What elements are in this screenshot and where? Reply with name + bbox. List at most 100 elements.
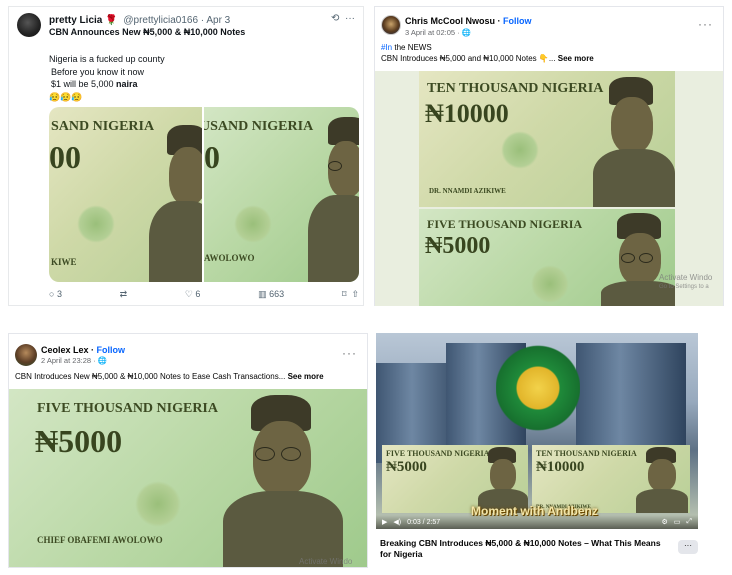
post-text-line: CBN Introduces New ₦5,000 & ₦10,000 Note…	[15, 372, 324, 382]
avatar[interactable]	[381, 15, 401, 35]
note-five-thousand: FIVE THOUSAND NIGERIA ₦5000	[419, 209, 675, 306]
post-date[interactable]: 3 April at 02:05 · 🌐	[405, 28, 471, 37]
more-options-button[interactable]: ···	[678, 540, 698, 554]
note-title: USAND NIGERIA	[204, 119, 314, 134]
views-count: 663	[269, 289, 285, 299]
video-note-five-thousand: FIVE THOUSAND NIGERIA ₦5000	[382, 445, 528, 513]
note-title: FIVE THOUSAND NIGERIA	[37, 401, 218, 416]
video-time: 0:03 / 2:57	[407, 518, 441, 526]
grok-icon[interactable]: ⟲	[331, 13, 339, 24]
portrait	[308, 117, 359, 282]
author-name[interactable]: Chris McCool Nwosu	[405, 16, 495, 26]
facebook-post[interactable]: Chris McCool Nwosu · Follow 3 April at 0…	[374, 6, 724, 306]
retweet-button[interactable]: ⇄	[120, 289, 128, 300]
note-name: DR. NNAMDI AZIKIWE	[429, 187, 506, 195]
avatar[interactable]	[17, 13, 41, 37]
video-note-ten-thousand: TEN THOUSAND NIGERIA ₦10000 DR. NNAMDI A…	[532, 445, 690, 513]
note-title: FIVE THOUSAND NIGERIA	[427, 217, 583, 231]
note-name: KIWE	[51, 257, 77, 267]
windows-watermark: Activate Windo	[299, 557, 353, 566]
tweet-line: Before you know it now	[51, 66, 145, 77]
hashtag-link[interactable]: #In	[381, 43, 392, 52]
cbn-logo	[496, 333, 580, 443]
tweet-bold-word: naira	[116, 79, 138, 89]
more-options-icon[interactable]: ···	[342, 346, 357, 360]
tweet-header-actions: ⟲ ···	[331, 13, 355, 24]
bookmark-icon[interactable]: ⌑	[342, 289, 347, 299]
settings-icon[interactable]: ⚙	[661, 518, 667, 526]
reply-button[interactable]: ○ 3	[49, 289, 62, 300]
reply-icon: ○	[49, 289, 55, 299]
follow-button[interactable]: Follow	[97, 345, 126, 355]
tweet-card[interactable]: pretty Licia 🌹 @prettylicia0166 · Apr 3 …	[8, 6, 364, 306]
retweet-icon: ⇄	[119, 289, 128, 299]
note-image-right[interactable]: USAND NIGERIA 0 AWOLOWO	[204, 107, 359, 282]
video-post[interactable]: FIVE THOUSAND NIGERIA ₦5000 TEN THOUSAND…	[376, 333, 698, 565]
note-emblem	[77, 205, 115, 243]
note-title: TEN THOUSAND NIGERIA	[536, 449, 637, 458]
avatar[interactable]	[15, 344, 37, 366]
tweet-actions: ○ 3 ⇄ ♡ 6 ▥ 663 ⌑ ⇧	[49, 289, 359, 300]
note-emblem	[501, 131, 539, 169]
more-icon[interactable]: ···	[345, 13, 355, 24]
author-name[interactable]: pretty Licia 🌹	[49, 15, 118, 26]
author-name[interactable]: Ceolex Lex	[41, 345, 89, 355]
portrait	[589, 77, 675, 207]
note-image-left[interactable]: SAND NIGERIA 00 KIWE	[49, 107, 204, 282]
views-button[interactable]: ▥ 663	[258, 289, 284, 300]
video-controls: ▶ ◀) 0:03 / 2:57 ⚙ ▭ ⤢	[376, 515, 698, 529]
post-author: Chris McCool Nwosu · Follow	[405, 16, 532, 26]
volume-icon[interactable]: ◀)	[393, 518, 401, 526]
tweet-header: pretty Licia 🌹 @prettylicia0166 · Apr 3	[49, 15, 230, 26]
follow-button[interactable]: Follow	[503, 16, 532, 26]
post-text-line-2: CBN Introduces ₦5,000 and ₦10,000 Notes …	[381, 54, 594, 64]
note-emblem	[135, 481, 181, 527]
views-icon: ▥	[258, 289, 267, 299]
play-icon[interactable]: ▶	[382, 518, 387, 526]
author-handle[interactable]: @prettylicia0166 · Apr 3	[123, 15, 230, 26]
note-name: CHIEF OBAFEMI AWOLOWO	[37, 535, 163, 545]
see-more-link[interactable]: See more	[288, 372, 324, 381]
like-icon: ♡	[184, 289, 193, 299]
note-emblem	[234, 205, 272, 243]
windows-watermark-sub: Go to Settings to a	[659, 284, 709, 290]
note-name: AWOLOWO	[204, 253, 255, 263]
like-button[interactable]: ♡ 6	[185, 289, 201, 300]
note-title: TEN THOUSAND NIGERIA	[427, 81, 604, 96]
note-title: FIVE THOUSAND NIGERIA	[386, 449, 490, 458]
portrait	[599, 213, 675, 306]
note-amount: ₦10000	[425, 99, 509, 128]
share-icon[interactable]: ⇧	[351, 289, 359, 299]
note-amount: ₦5000	[425, 233, 491, 259]
headline-prefix: CBN Announces	[49, 27, 123, 37]
pip-icon[interactable]: ▭	[674, 518, 681, 526]
more-options-icon[interactable]: ···	[698, 17, 713, 31]
tweet-text: Nigeria is a fucked up county Before you…	[49, 53, 165, 103]
note-amount: 0	[204, 139, 220, 175]
headline-bold: New ₦5,000 & ₦10,000 Notes	[122, 27, 246, 37]
post-image[interactable]: TEN THOUSAND NIGERIA ₦10000 DR. NNAMDI A…	[375, 71, 723, 306]
post-text: CBN Introduces ₦5,000 and ₦10,000 Notes …	[381, 54, 558, 63]
post-author: Ceolex Lex · Follow	[41, 345, 126, 355]
note-amount: ₦10000	[536, 459, 585, 475]
facebook-post[interactable]: Ceolex Lex · Follow 2 April at 23:28 · 🌐…	[8, 333, 368, 568]
tweet-emoji: 😥😥😥	[49, 91, 83, 102]
portrait	[149, 125, 202, 282]
post-date[interactable]: 2 April at 23:28 · 🌐	[41, 356, 107, 365]
post-image[interactable]: FIVE THOUSAND NIGERIA ₦5000 CHIEF OBAFEM…	[9, 389, 367, 567]
note-ten-thousand: TEN THOUSAND NIGERIA ₦10000 DR. NNAMDI A…	[419, 71, 675, 207]
post-text: the NEWS	[392, 43, 432, 52]
post-text-line-1: #In the NEWS	[381, 43, 432, 53]
tweet-media[interactable]: SAND NIGERIA 00 KIWE USAND NIGERIA 0 AWO…	[49, 107, 359, 282]
tweet-headline: CBN Announces New ₦5,000 & ₦10,000 Notes	[49, 27, 357, 38]
tweet-line: $1 will be 5,000	[51, 79, 117, 89]
fullscreen-icon[interactable]: ⤢	[686, 518, 692, 526]
see-more-link[interactable]: See more	[558, 54, 594, 63]
video-title[interactable]: Breaking CBN Introduces ₦5,000 & ₦10,000…	[380, 538, 670, 560]
post-text: CBN Introduces New ₦5,000 & ₦10,000 Note…	[15, 372, 288, 381]
like-count: 6	[195, 289, 201, 299]
note-amount: 00	[49, 139, 81, 175]
note-amount: ₦5000	[386, 459, 427, 475]
portrait	[223, 395, 343, 567]
video-player[interactable]: FIVE THOUSAND NIGERIA ₦5000 TEN THOUSAND…	[376, 333, 698, 529]
